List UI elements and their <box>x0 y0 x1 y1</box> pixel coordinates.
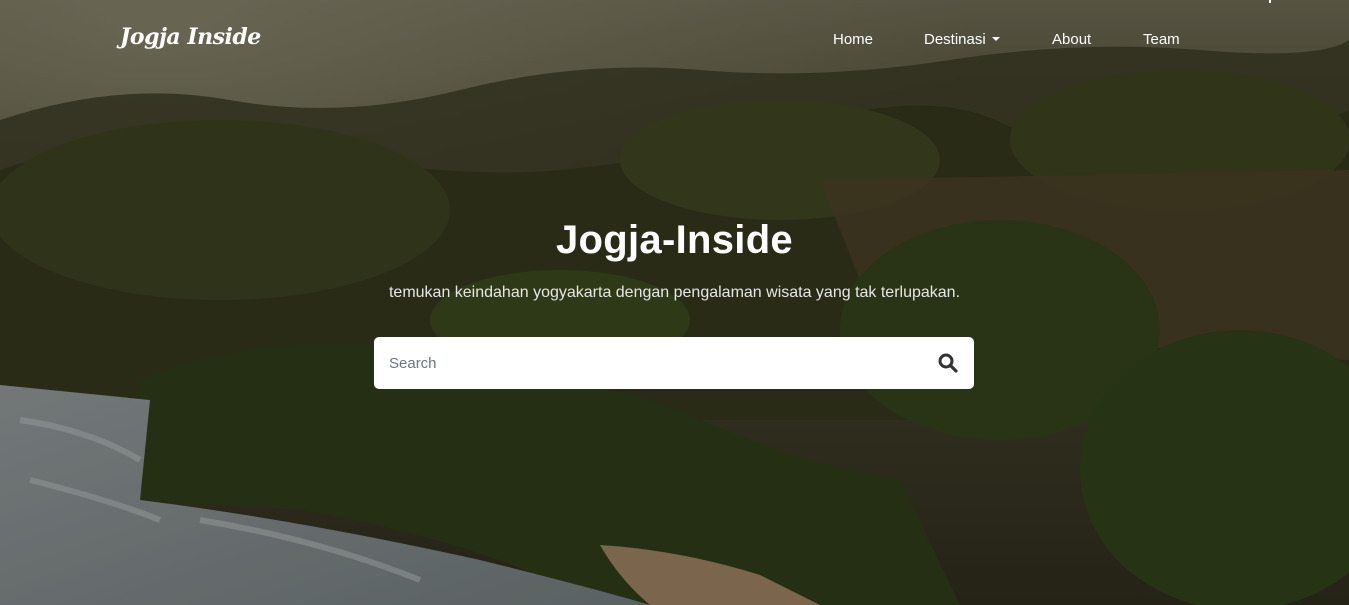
nav-link-destinasi-label: Destinasi <box>924 31 986 48</box>
nav-link-home[interactable]: Home <box>833 30 873 50</box>
search-input[interactable] <box>374 337 914 389</box>
hero-section: Jogja Inside Home Destinasi About Team J… <box>0 0 1349 605</box>
search-bar <box>374 337 974 389</box>
hero-subtitle: temukan keindahan yogyakarta dengan peng… <box>388 284 961 301</box>
nav-link-about[interactable]: About <box>1052 30 1091 50</box>
hero-background-image <box>0 0 1349 605</box>
hero-title: Jogja-Inside <box>556 218 793 262</box>
nav-link-destinasi-dropdown[interactable]: Destinasi <box>924 30 1000 50</box>
caret-down-icon <box>991 37 1000 42</box>
nav-link-team[interactable]: Team <box>1143 30 1180 50</box>
nav-links: Home Destinasi About Team <box>0 30 1349 52</box>
search-icon <box>938 353 958 373</box>
navbar: Jogja Inside Home Destinasi About Team <box>0 0 1349 80</box>
search-button[interactable] <box>936 351 960 375</box>
